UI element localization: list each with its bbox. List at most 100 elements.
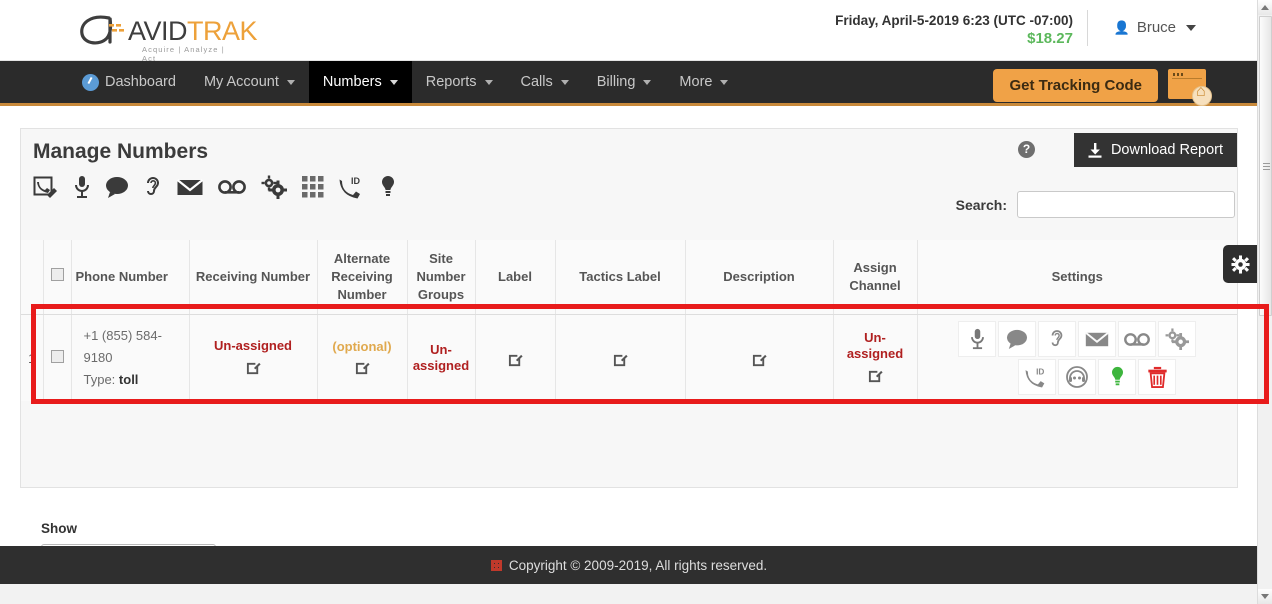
copyright-text: Copyright © 2009-2019, All rights reserv… <box>508 557 768 573</box>
settings-icon-row-1 <box>958 321 1197 357</box>
assign-channel-value: Un-assigned <box>846 330 904 361</box>
home-icon[interactable] <box>1192 83 1212 106</box>
dashboard-icon <box>82 73 99 91</box>
logo-text-secondary: TRAK <box>187 16 258 46</box>
bottom-strip <box>0 584 1258 604</box>
row-phone-caller-id-icon[interactable]: ID <box>1018 359 1057 395</box>
voicemail-icon[interactable] <box>218 179 246 195</box>
row-trash-icon[interactable] <box>1138 359 1177 395</box>
keypad-grid-icon[interactable] <box>302 176 324 198</box>
nav-item-billing[interactable]: Billing <box>583 61 666 103</box>
chevron-down-icon <box>389 79 398 85</box>
table-head: Phone Number Receiving Number Alternate … <box>21 240 1237 315</box>
header-datetime: Friday, April-5-2019 6:23 (UTC -07:00) <box>835 13 1073 28</box>
row-ear-icon[interactable] <box>1038 321 1077 357</box>
nav-item-calls[interactable]: Calls <box>507 61 583 103</box>
cell-alternate-receiving-number: (optional) <box>316 314 407 401</box>
numbers-table: Phone Number Receiving Number Alternate … <box>21 240 1237 401</box>
th-phone-number[interactable]: Phone Number <box>70 240 189 315</box>
table-header-row: Phone Number Receiving Number Alternate … <box>21 240 1237 315</box>
nav-item-my-account[interactable]: My Account <box>190 61 309 103</box>
row-lightbulb-icon[interactable] <box>1098 359 1137 395</box>
cell-label <box>474 314 555 401</box>
chevron-down-icon <box>720 79 729 85</box>
manage-numbers-panel: Manage Numbers ID ? Download Report Sear… <box>20 128 1269 604</box>
edit-label-icon[interactable] <box>508 352 523 370</box>
th-site-number-groups[interactable]: Site Number Groups <box>406 240 475 315</box>
ear-icon[interactable] <box>144 175 162 199</box>
nav-label: Reports <box>425 74 477 90</box>
download-report-button[interactable]: Download Report <box>1073 133 1237 167</box>
chevron-down-icon <box>560 79 569 85</box>
numbers-table-wrap: Phone Number Receiving Number Alternate … <box>21 240 1237 401</box>
nav-item-dashboard[interactable]: Dashboard <box>68 61 190 103</box>
header-divider <box>1087 10 1088 46</box>
get-tracking-code-button[interactable]: Get Tracking Code <box>993 69 1158 102</box>
cell-tactics-label <box>554 314 685 401</box>
nav-item-numbers[interactable]: Numbers <box>308 61 412 103</box>
cell-receiving-number: Un-assigned <box>188 314 317 401</box>
table-row[interactable]: 1 +1 (855) 584-9180 Type: toll Un-assign… <box>21 314 1237 401</box>
th-label[interactable]: Label <box>474 240 555 315</box>
header-datetime-block: Friday, April-5-2019 6:23 (UTC -07:00) $… <box>835 12 1073 48</box>
edit-assign-channel-icon[interactable] <box>868 368 883 386</box>
cell-site-number-groups: Un-assigned <box>406 314 475 401</box>
microphone-icon[interactable] <box>74 175 90 199</box>
cell-description <box>684 314 833 401</box>
settings-icon-grid: ID <box>922 321 1234 395</box>
settings-gear-tab[interactable] <box>1223 245 1257 283</box>
edit-description-icon[interactable] <box>752 352 767 370</box>
th-tactics-label[interactable]: Tactics Label <box>554 240 685 315</box>
th-assign-channel[interactable]: Assign Channel <box>832 240 917 315</box>
table-body: 1 +1 (855) 584-9180 Type: toll Un-assign… <box>21 314 1237 401</box>
cell-assign-channel: Un-assigned <box>832 314 917 401</box>
th-alternate-receiving-number[interactable]: Alternate Receiving Number <box>316 240 407 315</box>
phone-caller-id-icon[interactable]: ID <box>339 175 365 199</box>
help-icon[interactable]: ? <box>1018 141 1035 158</box>
row-microphone-icon[interactable] <box>958 321 997 357</box>
logo-text-primary: AVID <box>128 16 188 46</box>
vertical-scrollbar[interactable] <box>1257 0 1272 604</box>
th-description[interactable]: Description <box>684 240 833 315</box>
edit-receiving-number-icon[interactable] <box>246 360 261 378</box>
phone-type-label: Type: <box>83 372 116 387</box>
edit-tactics-label-icon[interactable] <box>613 352 628 370</box>
row-voicemail-icon[interactable] <box>1118 321 1157 357</box>
lightbulb-icon[interactable] <box>380 175 396 199</box>
alternate-receiving-number-value: (optional) <box>332 338 392 354</box>
settings-icon-row-2: ID <box>978 359 1177 395</box>
gears-icon[interactable] <box>261 175 287 199</box>
main-navbar: Dashboard My Account Numbers Reports Cal… <box>0 61 1258 106</box>
select-all-checkbox[interactable] <box>50 268 64 281</box>
row-headset-agent-icon[interactable] <box>1058 359 1097 395</box>
envelope-icon[interactable] <box>177 178 203 197</box>
nav-item-reports[interactable]: Reports <box>412 61 507 103</box>
search-input[interactable] <box>1017 191 1235 218</box>
nav-item-more[interactable]: More <box>665 61 742 103</box>
chevron-down-icon <box>643 79 652 85</box>
nav-items: Dashboard My Account Numbers Reports Cal… <box>68 61 742 103</box>
gear-icon <box>1230 254 1250 274</box>
nav-label: Calls <box>520 74 553 90</box>
scroll-down-button[interactable] <box>1258 589 1272 604</box>
settings-spacer <box>978 359 1016 395</box>
svg-text:ID: ID <box>351 176 361 186</box>
phone-number-value: +1 (855) 584-9180 <box>83 328 162 365</box>
row-checkbox[interactable] <box>50 350 64 363</box>
phone-type: Type: toll <box>84 369 185 391</box>
row-envelope-icon[interactable] <box>1078 321 1117 357</box>
row-speech-bubble-icon[interactable] <box>998 321 1037 357</box>
avidtrak-logo[interactable]: AVIDTRAK Acquire | Analyze | Act <box>76 8 258 63</box>
user-menu[interactable]: 👤 Bruce <box>1114 19 1196 36</box>
user-icon: 👤 <box>1113 19 1130 35</box>
page-footer: Copyright © 2009-2019, All rights reserv… <box>0 546 1258 584</box>
edit-alternate-receiving-number-icon[interactable] <box>355 360 370 378</box>
scrollbar-thumb[interactable] <box>1259 16 1272 316</box>
th-receiving-number[interactable]: Receiving Number <box>188 240 317 315</box>
page-title: Manage Numbers <box>33 140 209 163</box>
phone-edit-icon[interactable] <box>33 175 59 199</box>
row-index: 1 <box>21 314 43 401</box>
speech-bubble-icon[interactable] <box>105 176 129 198</box>
scroll-up-button[interactable] <box>1258 0 1272 15</box>
row-gears-icon[interactable] <box>1158 321 1197 357</box>
